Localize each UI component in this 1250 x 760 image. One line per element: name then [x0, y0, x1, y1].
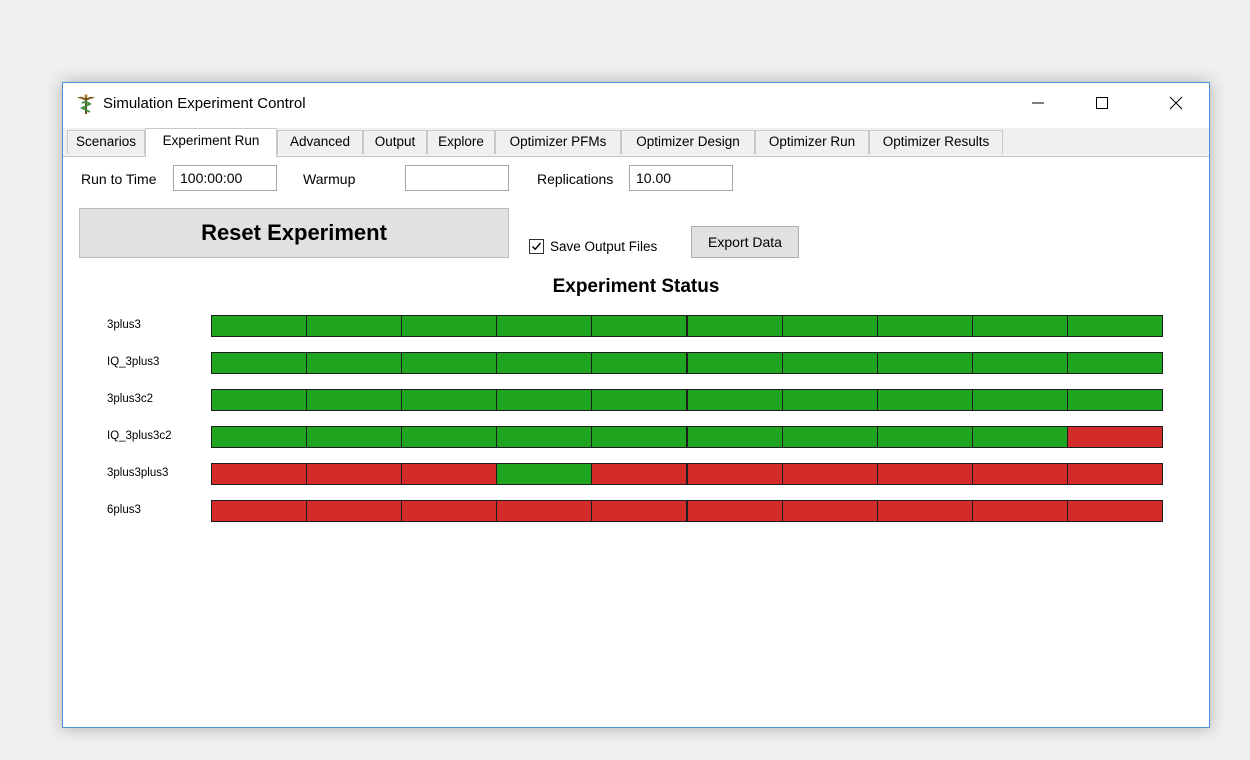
replication-status-cell: [306, 389, 403, 411]
scenario-label: 6plus3: [107, 504, 141, 516]
replication-status-cell: [306, 426, 403, 448]
replication-status-cell: [496, 352, 593, 374]
caduceus-icon: [77, 94, 95, 114]
replication-status-cell: [876, 315, 973, 337]
replication-status-cell: [686, 426, 783, 448]
replication-status-cell: [496, 426, 593, 448]
reset-experiment-button[interactable]: Reset Experiment: [79, 208, 509, 258]
experiment-status-title: Experiment Status: [552, 276, 720, 297]
replication-status-cell: [686, 463, 783, 485]
replication-status-cell: [211, 352, 308, 374]
title-bar[interactable]: Simulation Experiment Control: [63, 83, 1209, 125]
tab-optimizer-design[interactable]: Optimizer Design: [621, 130, 755, 154]
replication-status-cell: [306, 500, 403, 522]
replication-status-cell: [781, 426, 878, 448]
close-icon: [1169, 96, 1183, 110]
replication-status-cell: [781, 500, 878, 522]
replication-status-cell: [401, 315, 498, 337]
tab-experiment-run[interactable]: Experiment Run: [145, 128, 277, 157]
replication-status-cell: [496, 463, 593, 485]
minimize-icon: [1032, 102, 1044, 104]
tab-scenarios[interactable]: Scenarios: [67, 130, 145, 154]
window-title: Simulation Experiment Control: [103, 95, 306, 112]
replication-status-cell: [401, 352, 498, 374]
checkmark-icon: [532, 242, 542, 251]
tab-explore[interactable]: Explore: [427, 130, 495, 154]
replication-status-cell: [591, 463, 688, 485]
replication-status-cell: [1066, 463, 1163, 485]
replication-status-cell: [686, 315, 783, 337]
tab-bar: Scenarios Experiment Run Advanced Output…: [63, 128, 1209, 157]
replication-status-cell: [876, 389, 973, 411]
replication-status-cell: [1066, 352, 1163, 374]
replication-status-cell: [971, 426, 1068, 448]
scenario-label: IQ_3plus3: [107, 356, 160, 368]
tab-optimizer-run[interactable]: Optimizer Run: [755, 130, 869, 154]
replication-status-cell: [876, 352, 973, 374]
replication-status-cell: [686, 500, 783, 522]
run-to-time-field[interactable]: [173, 165, 277, 191]
replication-status-cell: [781, 315, 878, 337]
tab-optimizer-results[interactable]: Optimizer Results: [869, 130, 1003, 154]
replication-status-cell: [211, 500, 308, 522]
scenario-label: 3plus3: [107, 319, 141, 331]
replication-status-cell: [781, 352, 878, 374]
replication-status-cell: [686, 352, 783, 374]
replication-status-cell: [876, 500, 973, 522]
replication-status-cell: [496, 315, 593, 337]
replication-status-cell: [211, 389, 308, 411]
replication-status-cell: [591, 500, 688, 522]
replication-status-cell: [591, 352, 688, 374]
replication-status-cell: [401, 463, 498, 485]
replication-status-cell: [971, 389, 1068, 411]
maximize-icon: [1096, 97, 1108, 109]
replication-status-cell: [401, 389, 498, 411]
save-output-checkbox[interactable]: [529, 239, 544, 254]
tab-optimizer-pfms[interactable]: Optimizer PFMs: [495, 130, 621, 154]
replication-status-cell: [876, 463, 973, 485]
scenario-label: 3plus3plus3: [107, 467, 169, 479]
replication-status-cell: [781, 463, 878, 485]
save-output-label: Save Output Files: [550, 239, 658, 254]
replication-status-cell: [781, 389, 878, 411]
replication-status-cell: [686, 389, 783, 411]
warmup-label: Warmup: [303, 171, 356, 187]
replication-status-cell: [401, 426, 498, 448]
replication-status-cell: [971, 463, 1068, 485]
replication-status-cell: [971, 500, 1068, 522]
replication-status-cell: [496, 389, 593, 411]
replications-label: Replications: [537, 171, 614, 187]
replication-status-cell: [211, 426, 308, 448]
simulation-experiment-window: Simulation Experiment Control Scenarios …: [62, 82, 1210, 728]
export-data-button[interactable]: Export Data: [691, 226, 799, 258]
replication-status-cell: [591, 426, 688, 448]
replications-field[interactable]: [629, 165, 733, 191]
replication-status-cell: [876, 426, 973, 448]
replication-status-cell: [1066, 500, 1163, 522]
replication-status-cell: [1066, 389, 1163, 411]
replication-status-cell: [1066, 426, 1163, 448]
tab-output[interactable]: Output: [363, 130, 427, 154]
warmup-field[interactable]: [405, 165, 509, 191]
replication-status-cell: [591, 389, 688, 411]
replication-status-cell: [306, 463, 403, 485]
replication-status-cell: [211, 315, 308, 337]
scenario-label: 3plus3c2: [107, 393, 154, 405]
run-to-time-label: Run to Time: [81, 171, 157, 187]
replication-status-cell: [211, 463, 308, 485]
maximize-button[interactable]: [1079, 83, 1125, 123]
replication-status-cell: [496, 500, 593, 522]
replication-status-cell: [591, 315, 688, 337]
replication-status-cell: [971, 352, 1068, 374]
scenario-label: IQ_3plus3c2: [107, 430, 172, 442]
replication-status-cell: [306, 315, 403, 337]
replication-status-cell: [306, 352, 403, 374]
replication-status-cell: [401, 500, 498, 522]
close-button[interactable]: [1153, 83, 1199, 123]
tab-advanced[interactable]: Advanced: [277, 130, 363, 154]
replication-status-cell: [1066, 315, 1163, 337]
replication-status-cell: [971, 315, 1068, 337]
minimize-button[interactable]: [1015, 83, 1061, 123]
